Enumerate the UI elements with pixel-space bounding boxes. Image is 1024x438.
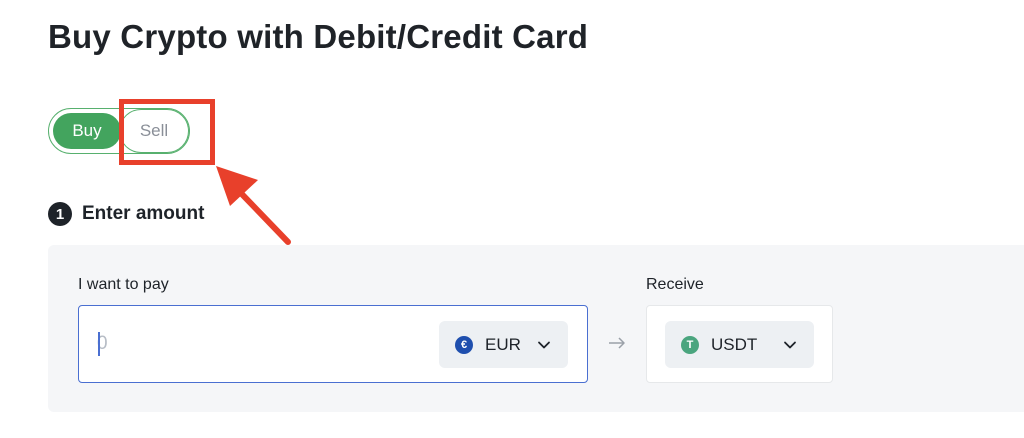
step-title: Enter amount [82,203,205,224]
pay-label: I want to pay [78,276,169,293]
annotation-arrow-icon [216,166,291,245]
receive-label: Receive [646,276,704,293]
buy-tab[interactable]: Buy [53,113,121,149]
step-number-badge: 1 [48,202,72,226]
receive-currency-select[interactable]: T USDT [665,321,814,368]
step-heading: 1 Enter amount [48,202,204,226]
receive-currency-label: USDT [711,334,758,354]
euro-coin-icon: € [455,335,473,354]
text-caret [98,332,100,356]
page-title: Buy Crypto with Debit/Credit Card [48,18,589,55]
chevron-down-icon [782,337,798,353]
receive-field: T USDT [646,305,833,383]
pay-field: € EUR [78,305,588,383]
pay-currency-select[interactable]: € EUR [439,321,568,368]
pay-amount-input[interactable] [97,328,397,360]
chevron-down-icon [536,337,552,353]
sell-highlight-box [119,99,215,165]
pay-currency-label: EUR [485,334,521,354]
arrow-right-icon [609,337,625,349]
tether-coin-icon: T [681,335,699,354]
